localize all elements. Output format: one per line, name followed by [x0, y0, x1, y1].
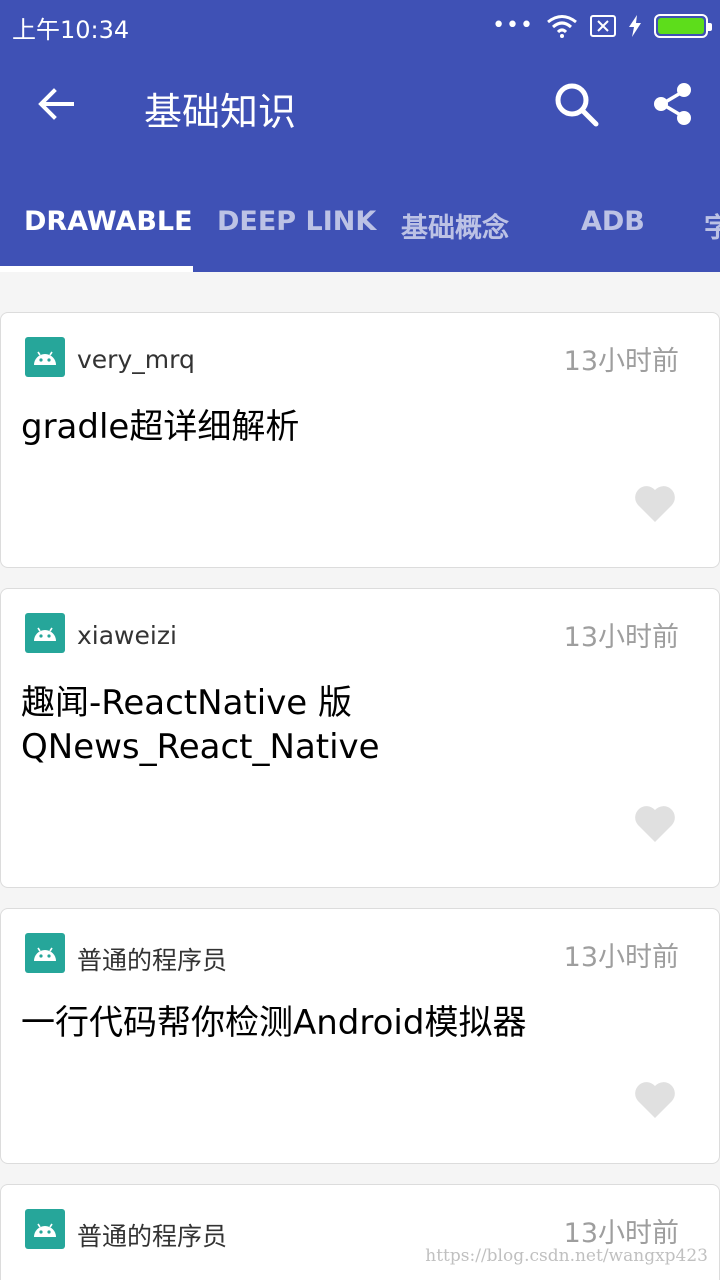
post-time: 13小时前 [563, 1218, 679, 1249]
tab-bar: DRAWABLE DEEP LINK 基础概念 ADB 字 [0, 196, 720, 272]
tab-adb[interactable]: ADB [581, 206, 645, 237]
search-icon [555, 83, 599, 127]
status-icons: ••• [492, 12, 712, 40]
tab-basic-concepts[interactable]: 基础概念 [401, 206, 509, 245]
tab-drawable[interactable]: DRAWABLE [24, 206, 193, 237]
share-button[interactable] [652, 82, 694, 126]
battery-level [658, 18, 704, 34]
arrow-back-icon [38, 88, 74, 120]
post-author: 普通的程序员 [77, 1222, 228, 1251]
tab-deep-link[interactable]: DEEP LINK [217, 206, 376, 237]
post-card[interactable]: very_mrq 13小时前 gradle超详细解析 [0, 312, 720, 568]
search-button[interactable] [554, 82, 600, 128]
wifi-icon [547, 15, 577, 38]
heart-icon[interactable] [633, 803, 677, 843]
no-sim-icon [590, 15, 616, 37]
post-title: gradle超详细解析 [21, 407, 300, 447]
post-time: 13小时前 [563, 346, 679, 377]
post-author: 普通的程序员 [77, 946, 228, 975]
more-dots-icon: ••• [492, 13, 534, 38]
battery-icon [654, 14, 712, 38]
heart-icon[interactable] [633, 483, 677, 523]
android-avatar-icon [25, 337, 65, 377]
app-bar: 上午10:34 ••• 基础知识 DRAWABLE DEEP LINK 基础概念… [0, 0, 720, 272]
share-icon [654, 83, 691, 125]
status-time: 上午10:34 [12, 16, 130, 44]
android-avatar-icon [25, 1209, 65, 1249]
post-card[interactable]: 普通的程序员 13小时前 一行代码帮你检测Android模拟器 [0, 908, 720, 1164]
post-time: 13小时前 [563, 622, 679, 653]
post-title: 一行代码帮你检测Android模拟器 [21, 1003, 527, 1043]
post-title-line: 趣闻-ReactNative 版 [21, 683, 353, 723]
post-author: xiaweizi [77, 621, 177, 650]
android-avatar-icon [25, 613, 65, 653]
post-time: 13小时前 [563, 942, 679, 973]
android-avatar-icon [25, 933, 65, 973]
charging-bolt-icon [629, 15, 641, 37]
post-author: very_mrq [77, 345, 195, 374]
battery-tip [708, 23, 712, 31]
watermark: https://blog.csdn.net/wangxp423 [425, 1246, 708, 1266]
post-card[interactable]: xiaweizi 13小时前 趣闻-ReactNative 版 QNews_Re… [0, 588, 720, 888]
page-title: 基础知识 [144, 90, 297, 134]
post-title: 趣闻-ReactNative 版 QNews_React_Native [21, 681, 681, 769]
heart-icon[interactable] [633, 1079, 677, 1119]
status-bar: 上午10:34 ••• [0, 0, 720, 50]
toolbar: 基础知识 [0, 50, 720, 160]
tab-next[interactable]: 字 [704, 206, 720, 245]
post-title-line: QNews_React_Native [21, 727, 380, 767]
tab-indicator [0, 266, 193, 272]
back-button[interactable] [36, 84, 76, 124]
